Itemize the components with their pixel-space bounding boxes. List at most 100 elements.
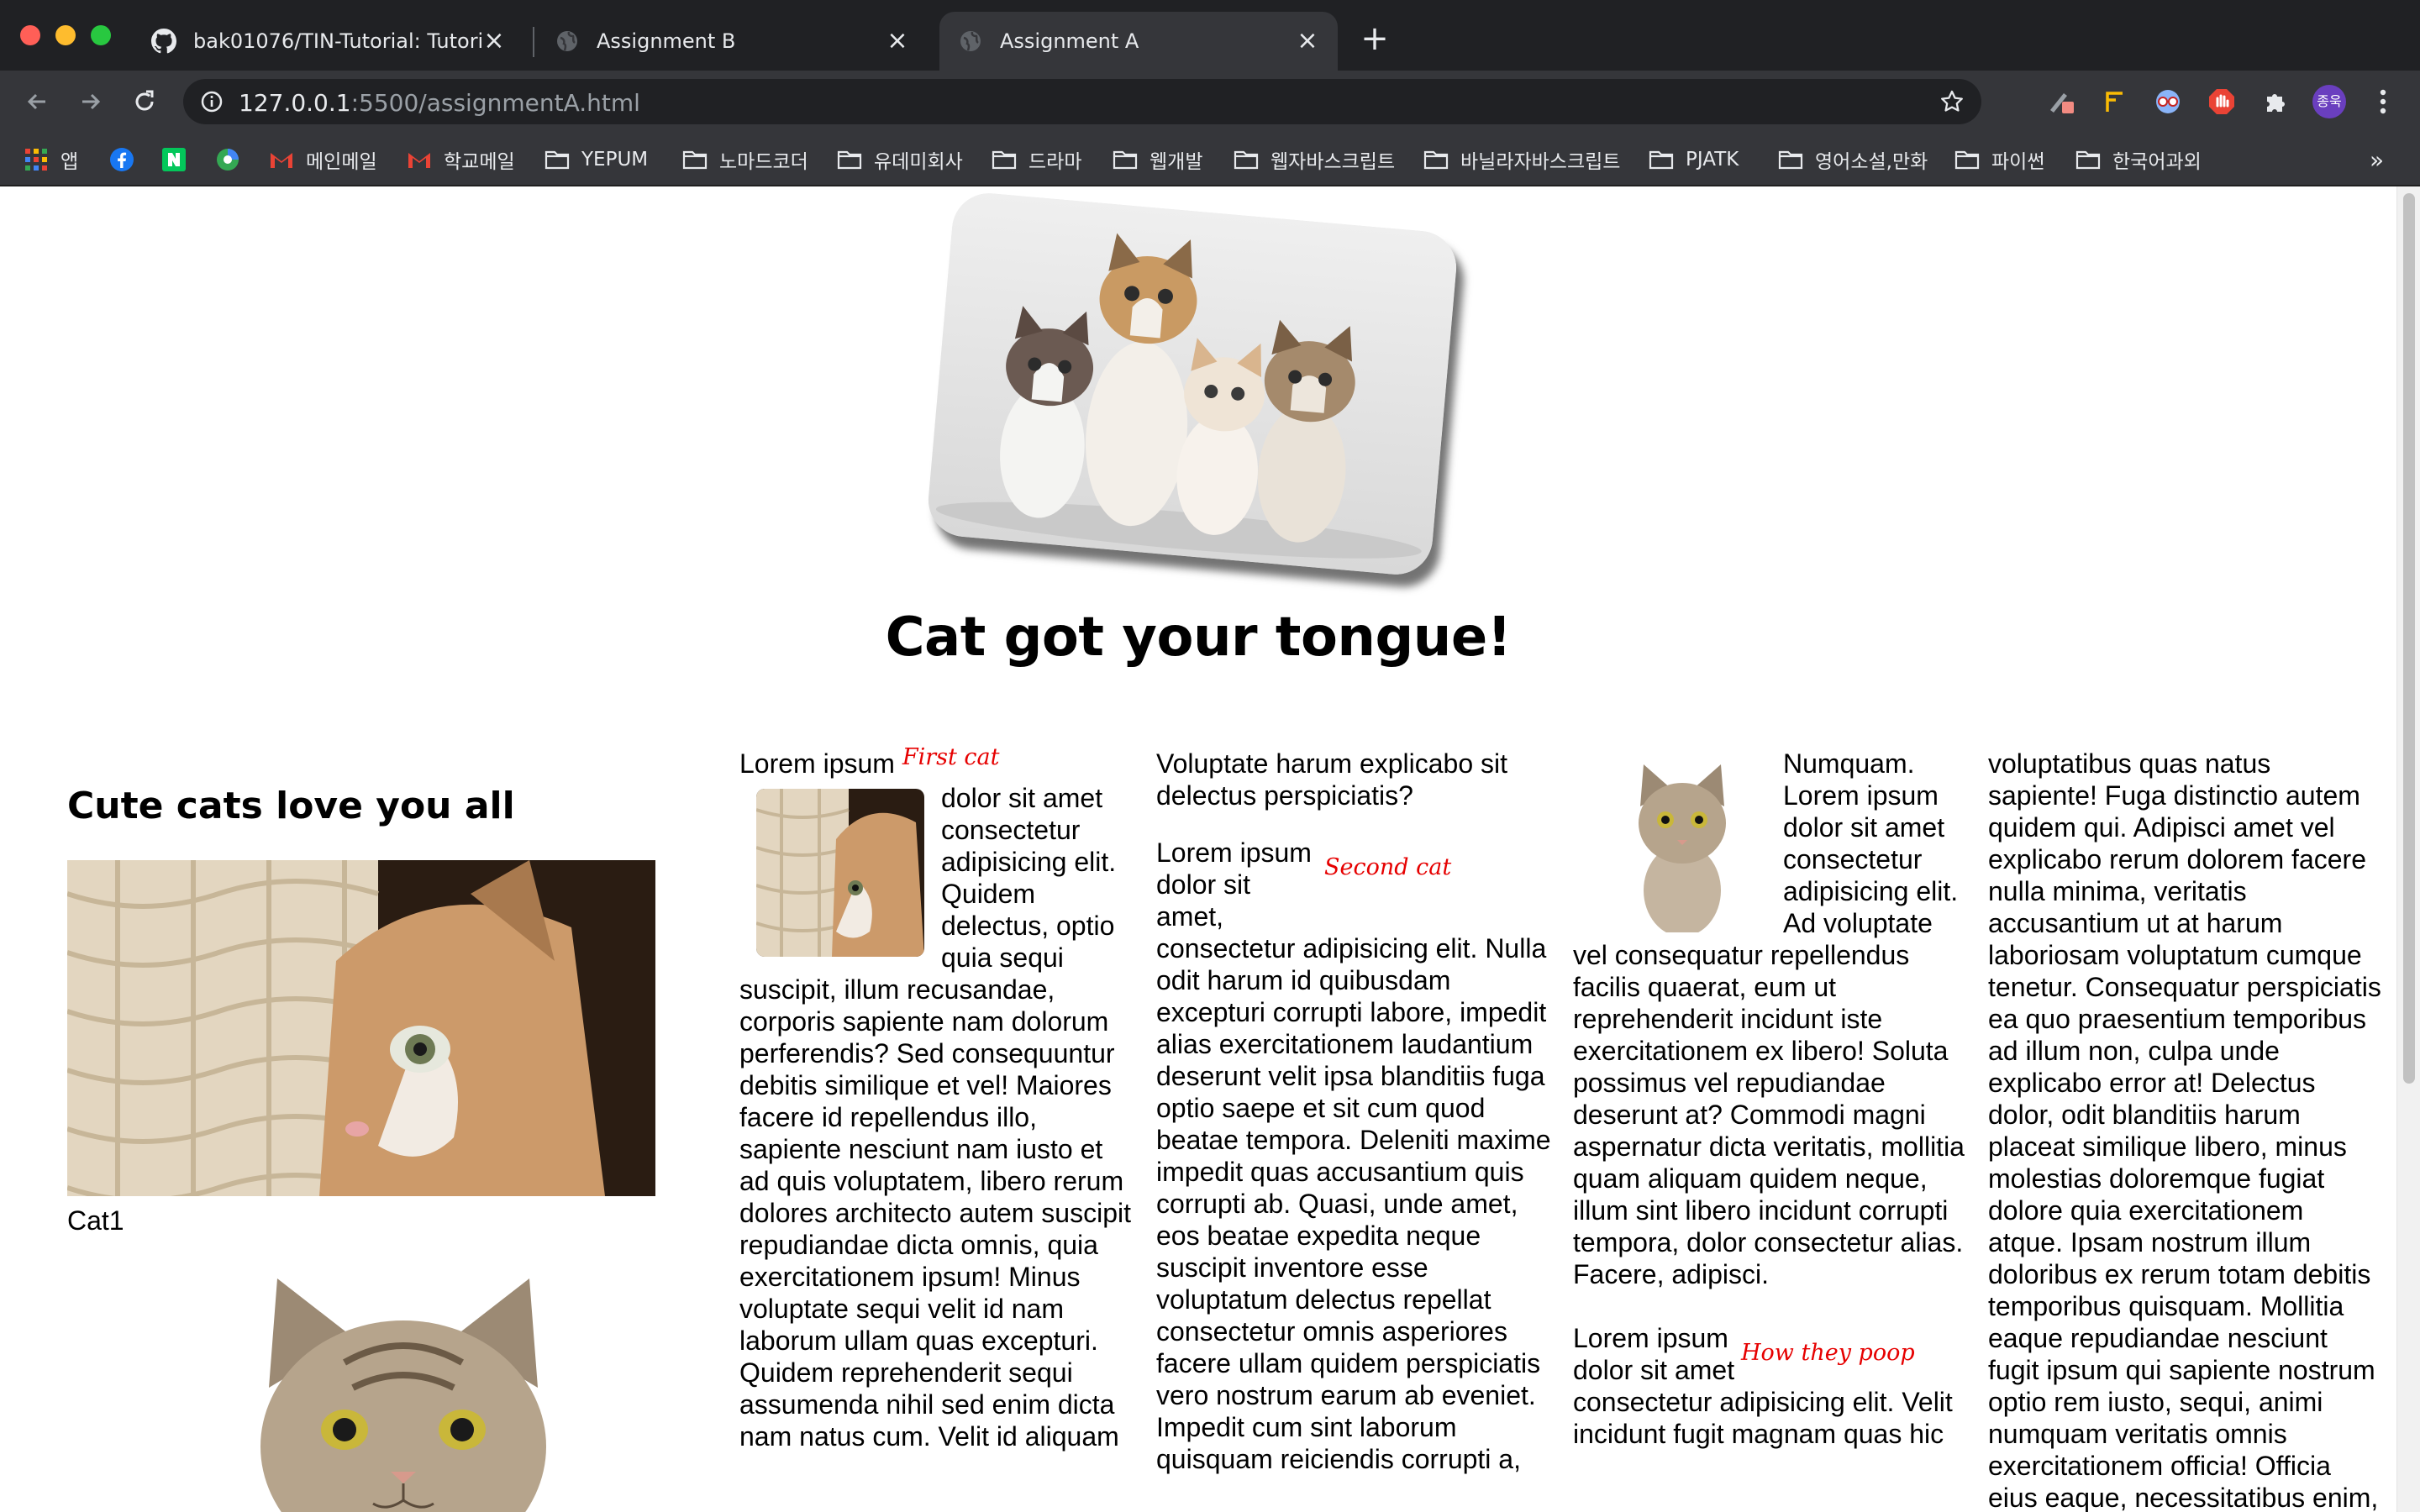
folder-icon xyxy=(1954,147,1980,172)
extensions-puzzle-icon[interactable] xyxy=(2259,85,2292,118)
new-tab-button[interactable]: + xyxy=(1358,22,1392,55)
tab-label: Assignment B xyxy=(597,29,736,53)
tab-github[interactable]: bak01076/TIN-Tutorial: Tutorial × xyxy=(133,12,524,71)
bookmark-label: YEPUM xyxy=(581,149,649,171)
bookmark-label: 메인메일 xyxy=(306,151,377,173)
page-viewport: Cat got your tongue! Cute cats love you … xyxy=(0,186,2420,1512)
bookmarks-bar: 앱 메인메일 학교메일 YEPUM 노마드코더 유데미회사 드라마 웹개발 웹자… xyxy=(0,133,2420,186)
bookmark-folder[interactable]: 바닐라자바스크립트 xyxy=(1423,143,1620,176)
flag-extension-icon[interactable] xyxy=(2097,85,2131,118)
close-tab-icon[interactable]: × xyxy=(482,29,506,54)
lead-text: Lorem ipsum dolor sit amet xyxy=(1573,1323,1735,1385)
bookmark-edge[interactable] xyxy=(215,143,252,176)
address-bar[interactable]: 127.0.0.1:5500/assignmentA.html xyxy=(183,79,1981,124)
bookmark-star-icon[interactable] xyxy=(1939,89,1965,118)
second-cat-intro: Voluptate harum explicabo sit delectus p… xyxy=(1156,748,1508,811)
tab-divider xyxy=(533,27,534,57)
sidebar-heading: Cute cats love you all xyxy=(67,785,515,827)
tab-assignment-b[interactable]: Assignment B × xyxy=(536,12,928,71)
folder-icon xyxy=(992,147,1017,172)
bookmark-label: 드라마 xyxy=(1028,151,1082,173)
url-text[interactable]: 127.0.0.1:5500/assignmentA.html xyxy=(239,89,640,117)
facebook-icon xyxy=(109,147,134,172)
profile-avatar[interactable]: 종욱 xyxy=(2312,85,2346,118)
github-icon xyxy=(151,29,176,54)
bookmark-naver[interactable] xyxy=(161,143,198,176)
reload-button[interactable] xyxy=(128,85,161,118)
folder-icon xyxy=(837,147,862,172)
gmail-icon xyxy=(407,147,432,172)
second-cat-lead-row: Lorem ipsum dolor sit amet, Second cat xyxy=(1156,837,1551,932)
back-arrow-icon xyxy=(27,93,45,110)
tab-label: bak01076/TIN-Tutorial: Tutorial xyxy=(193,29,482,53)
bookmark-folder[interactable]: YEPUM xyxy=(544,143,648,176)
chrome-menu-icon[interactable] xyxy=(2366,85,2400,118)
bookmark-folder[interactable]: PJATK xyxy=(1649,143,1739,176)
naver-icon xyxy=(161,147,187,172)
poop-lead-row: Lorem ipsum dolor sit amet How they poop xyxy=(1573,1322,1968,1386)
second-cat-body: consectetur adipisicing elit. Nulla odit… xyxy=(1156,933,1551,1474)
url-path: :5500/assignmentA.html xyxy=(350,89,640,117)
globe-icon xyxy=(958,29,983,54)
bookmark-label: 앱 xyxy=(60,151,79,173)
profile-label: 종욱 xyxy=(2312,85,2346,118)
tab-assignment-a[interactable]: Assignment A × xyxy=(939,12,1338,71)
scrollbar-thumb[interactable] xyxy=(2403,193,2415,1084)
maximize-window-button[interactable] xyxy=(91,25,111,45)
close-window-button[interactable] xyxy=(20,25,40,45)
url-host: 127.0.0.1 xyxy=(239,89,351,117)
bookmark-main-mail[interactable]: 메인메일 xyxy=(269,143,377,176)
tabby-cat-thumbnail xyxy=(1615,748,1749,932)
globe-icon xyxy=(555,29,580,54)
bookmark-folder[interactable]: 웹자바스크립트 xyxy=(1234,143,1395,176)
bookmark-facebook[interactable] xyxy=(109,143,146,176)
bookmark-label: 파이썬 xyxy=(1991,151,2045,173)
close-tab-icon[interactable]: × xyxy=(1296,29,1319,54)
bookmark-apps[interactable]: 앱 xyxy=(24,143,78,176)
close-tab-icon[interactable]: × xyxy=(886,29,909,54)
forward-button[interactable] xyxy=(74,85,108,118)
bookmark-label: 학교메일 xyxy=(444,151,515,173)
folder-icon xyxy=(1423,147,1449,172)
bookmark-label: PJATK xyxy=(1686,149,1739,171)
first-cat-caption: First cat xyxy=(902,744,1000,770)
first-cat-thumbnail xyxy=(756,789,924,957)
bookmark-folder[interactable]: 한국어과외 xyxy=(2075,143,2202,176)
folder-icon xyxy=(1113,147,1138,172)
bookmark-folder[interactable]: 파이썬 xyxy=(1954,143,2044,176)
article-column-2: Voluptate harum explicabo sit delectus p… xyxy=(1156,748,1551,1475)
bookmark-label: 영어소설,만화 xyxy=(1815,151,1928,173)
adblock-extension-icon[interactable] xyxy=(2205,85,2238,118)
cat1-caption: Cat1 xyxy=(67,1205,124,1236)
bookmark-label: 웹개발 xyxy=(1150,151,1203,173)
bookmark-folder[interactable]: 드라마 xyxy=(992,143,1081,176)
minimize-window-button[interactable] xyxy=(55,25,76,45)
browser-toolbar: 127.0.0.1:5500/assignmentA.html 종욱 xyxy=(0,71,2420,133)
forward-arrow-icon xyxy=(82,93,101,110)
bookmark-folder[interactable]: 웹개발 xyxy=(1113,143,1202,176)
bookmark-folder[interactable]: 영어소설,만화 xyxy=(1778,143,1928,176)
site-info-icon[interactable] xyxy=(200,90,224,117)
bookmark-folder[interactable]: 노마드코더 xyxy=(682,143,808,176)
bookmark-label: 한국어과외 xyxy=(2112,151,2202,173)
bookmark-folder[interactable]: 유데미회사 xyxy=(837,143,963,176)
tab-strip: bak01076/TIN-Tutorial: Tutorial × Assign… xyxy=(0,0,2420,71)
back-button[interactable] xyxy=(20,85,54,118)
pen-extension-icon[interactable] xyxy=(2044,85,2077,118)
how-they-poop-caption: How they poop xyxy=(1741,1340,1915,1366)
bookmark-label: 웹자바스크립트 xyxy=(1270,151,1396,173)
bookmark-label: 노마드코더 xyxy=(719,151,808,173)
article-column-1: Lorem ipsum First cat dolor sit amet con… xyxy=(739,744,1134,1452)
bookmark-school-mail[interactable]: 학교메일 xyxy=(407,143,515,176)
glasses-extension-icon[interactable] xyxy=(2151,85,2185,118)
browser-logo-icon xyxy=(215,147,240,172)
second-cat-caption: Second cat xyxy=(1324,854,1452,880)
reload-icon xyxy=(135,90,154,111)
sidebar-column: Cute cats love you all Cat1 xyxy=(67,748,672,1512)
folder-icon xyxy=(544,147,570,172)
third-column-body-2: consectetur adipisicing elit. Velit inci… xyxy=(1573,1387,1953,1449)
lead-text: Lorem ipsum xyxy=(739,748,895,779)
folder-icon xyxy=(1234,147,1259,172)
page-scrollbar[interactable] xyxy=(2396,186,2420,1512)
more-bookmarks-button[interactable]: » xyxy=(2370,143,2384,176)
